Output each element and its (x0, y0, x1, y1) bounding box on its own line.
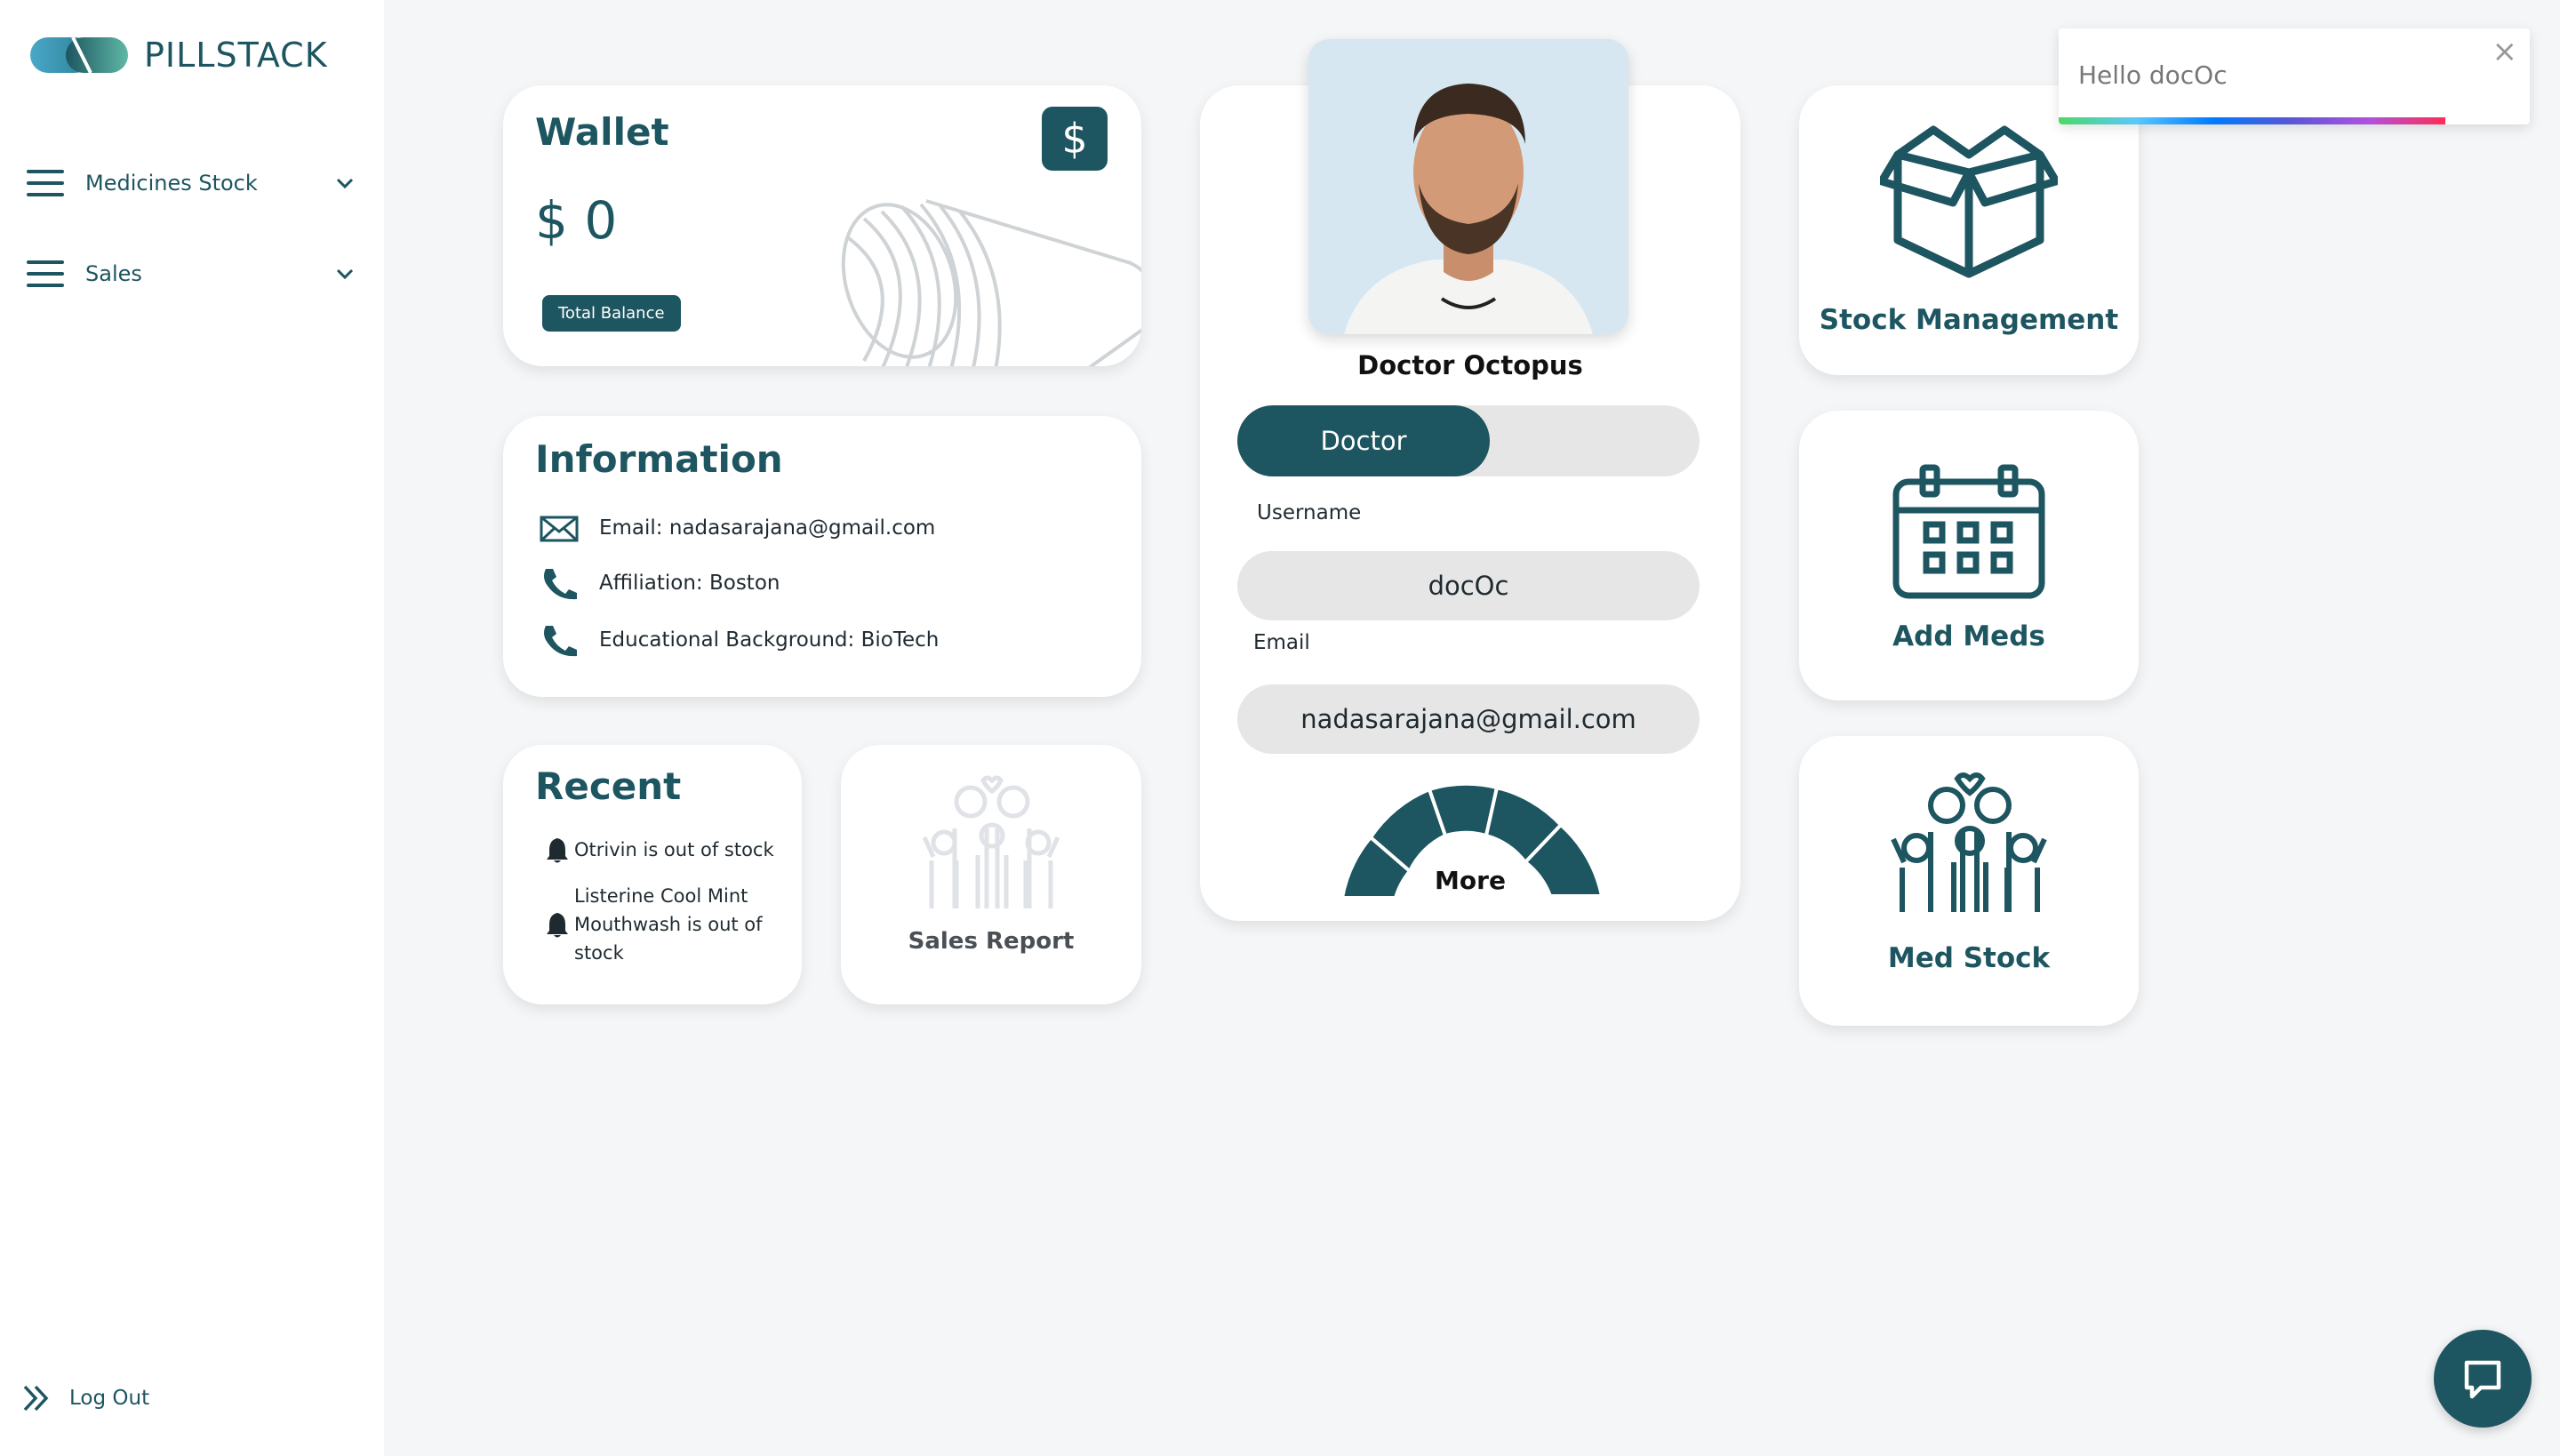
username-field[interactable]: docOc (1237, 551, 1700, 620)
pill-logo-icon (30, 36, 128, 74)
box-icon (1880, 125, 2058, 278)
close-icon[interactable]: × (2492, 34, 2518, 69)
mail-icon (540, 516, 579, 542)
sidebar-item-sales[interactable]: Sales (27, 247, 356, 300)
recent-item: Listerine Cool Mint Mouthwash is out of … (544, 882, 763, 967)
phone-icon (544, 626, 577, 657)
recent-title: Recent (535, 764, 682, 808)
wallet-amount: $ 0 (535, 190, 618, 251)
sales-report-tile[interactable]: Sales Report (841, 745, 1141, 1004)
bell-icon (547, 913, 568, 938)
people-group-icon (1891, 772, 2047, 912)
info-row-email: Email: nadasarajana@gmail.com (539, 510, 935, 546)
profile-avatar (1308, 39, 1628, 334)
add-meds-tile[interactable]: Add Meds (1799, 411, 2139, 700)
calendar-icon (1892, 464, 2045, 599)
logout-label: Log Out (69, 1387, 150, 1410)
email-field[interactable]: nadasarajana@gmail.com (1237, 684, 1700, 754)
brand-name: PILLSTACK (144, 36, 328, 75)
wallet-title: Wallet (535, 110, 669, 154)
info-row-affiliation: Affiliation: Boston (539, 565, 780, 601)
information-card: Information Email: nadasarajana@gmail.co… (503, 416, 1141, 697)
chevron-down-icon (336, 178, 354, 189)
pill-decoration-icon (841, 199, 1141, 366)
toast-progress-bar (2059, 117, 2445, 124)
double-chevron-right-icon (23, 1385, 49, 1412)
dollar-icon: $ (1042, 107, 1108, 171)
recent-card: Recent Otrivin is out of stock Listerine… (503, 745, 802, 1004)
stock-management-label: Stock Management (1819, 304, 2119, 336)
chevron-down-icon (336, 268, 354, 280)
menu-icon (27, 170, 64, 196)
sidebar: PILLSTACK Medicines Stock Sales Log Out (0, 0, 384, 1456)
wallet-card: Wallet $ 0 Total Balance $ (503, 85, 1141, 366)
people-group-icon (922, 775, 1060, 908)
recent-item: Otrivin is out of stock (544, 836, 774, 864)
add-meds-label: Add Meds (1892, 620, 2045, 652)
username-label: Username (1257, 501, 1362, 524)
chat-button[interactable] (2434, 1330, 2532, 1428)
info-row-education: Educational Background: BioTech (539, 622, 939, 658)
toast-notification: Hello docOc × (2059, 28, 2530, 124)
information-title: Information (535, 437, 783, 481)
phone-icon (544, 569, 577, 600)
menu-icon (27, 260, 64, 287)
role-toggle-active[interactable]: Doctor (1237, 405, 1490, 476)
stock-management-tile[interactable]: Stock Management (1799, 85, 2139, 375)
profile-name: Doctor Octopus (1357, 350, 1583, 380)
sidebar-item-medicines-stock[interactable]: Medicines Stock (27, 156, 356, 210)
total-balance-badge: Total Balance (542, 295, 681, 332)
logout-button[interactable]: Log Out (21, 1383, 149, 1413)
toast-message: Hello docOc (2078, 60, 2228, 90)
role-toggle[interactable]: Doctor (1237, 405, 1700, 476)
info-email-text: Email: nadasarajana@gmail.com (599, 516, 936, 540)
sidebar-item-label: Sales (85, 261, 142, 286)
sidebar-item-label: Medicines Stock (85, 171, 258, 196)
med-stock-label: Med Stock (1887, 942, 2051, 974)
med-stock-tile[interactable]: Med Stock (1799, 736, 2139, 1026)
avatar-portrait (1308, 39, 1628, 334)
chat-bubble-icon (2464, 1360, 2501, 1399)
more-label[interactable]: More (1200, 866, 1740, 895)
info-affiliation-text: Affiliation: Boston (599, 572, 780, 595)
brand-logo[interactable]: PILLSTACK (28, 32, 328, 78)
recent-item-text: Otrivin is out of stock (574, 839, 774, 860)
recent-item-text: Listerine Cool Mint Mouthwash is out of … (574, 885, 763, 964)
sales-report-label: Sales Report (908, 928, 1075, 955)
email-label: Email (1253, 631, 1310, 654)
info-education-text: Educational Background: BioTech (599, 628, 940, 652)
bell-icon (547, 838, 568, 863)
